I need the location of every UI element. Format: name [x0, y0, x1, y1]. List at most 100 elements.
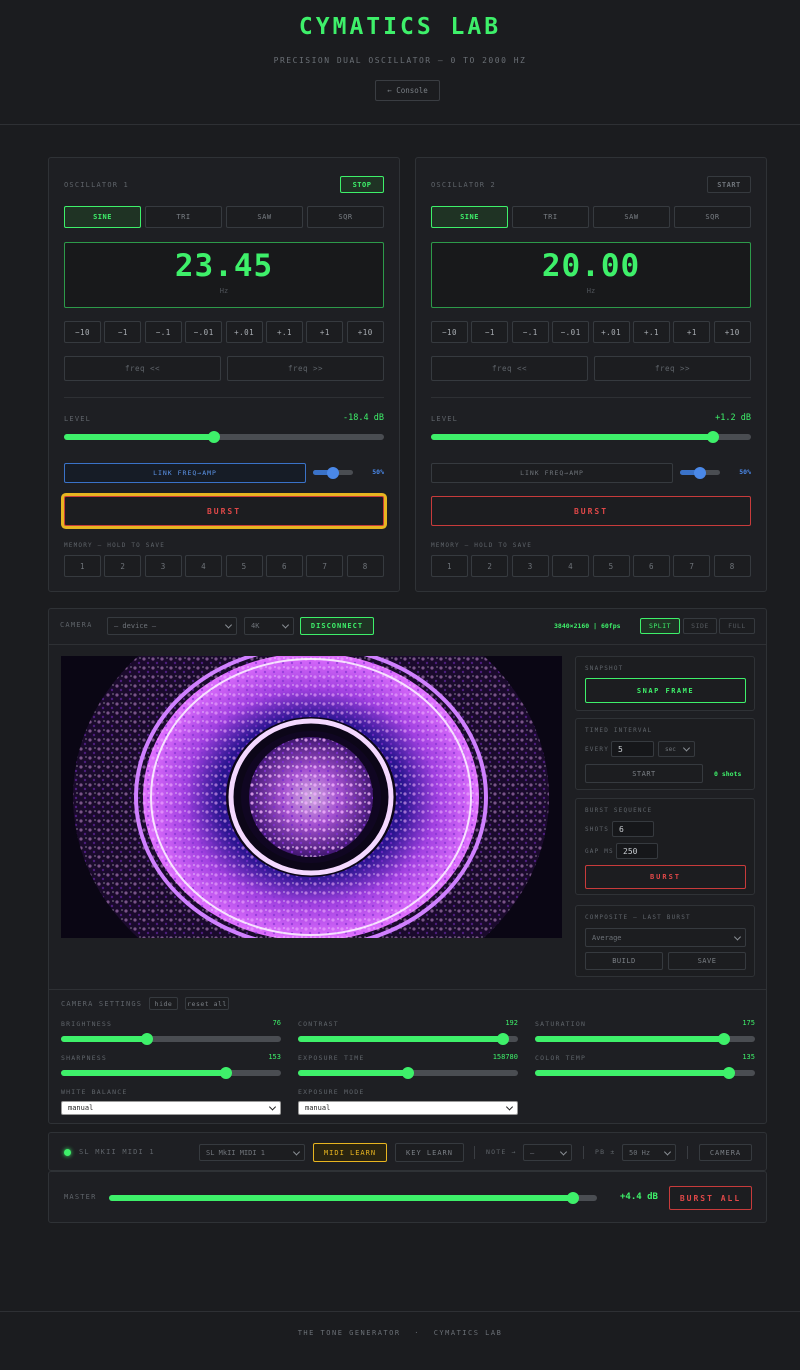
exposure-mode-select[interactable]: manual	[298, 1101, 518, 1115]
osc2-link-slider-thumb[interactable]	[694, 466, 706, 479]
osc2-step-button[interactable]: −10	[431, 321, 468, 343]
osc1-memory-slot[interactable]: 2	[104, 555, 142, 577]
osc2-freq-next-button[interactable]: freq >>	[594, 356, 751, 381]
osc2-waveform-saw-button[interactable]: SAW	[593, 206, 670, 228]
pitch-bend-select[interactable]: 50 Hz	[622, 1144, 676, 1161]
interval-unit-select[interactable]: sec	[658, 741, 695, 757]
osc1-waveform-sine-button[interactable]: SINE	[64, 206, 141, 228]
osc2-memory-slot[interactable]: 5	[592, 555, 630, 577]
osc2-memory-slot[interactable]: 6	[633, 555, 670, 577]
midi-device-select[interactable]: SL MkII MIDI 1	[199, 1144, 305, 1161]
note-select[interactable]: —	[523, 1144, 572, 1161]
osc1-memory-slot[interactable]: 8	[346, 555, 384, 577]
color-temp-slider-thumb[interactable]	[723, 1067, 735, 1079]
osc2-link-slider[interactable]	[680, 466, 720, 479]
osc2-freq-prev-button[interactable]: freq <<	[431, 356, 588, 381]
osc1-memory-slot[interactable]: 3	[144, 555, 182, 577]
osc1-step-button[interactable]: −10	[64, 321, 101, 343]
composite-mode-select[interactable]: Average	[585, 928, 746, 947]
osc1-link-slider[interactable]	[313, 466, 353, 479]
view-split-button[interactable]: SPLIT	[640, 618, 680, 634]
brightness-slider[interactable]	[61, 1033, 281, 1045]
timed-start-button[interactable]: START	[585, 764, 703, 783]
view-full-button[interactable]: FULL	[719, 618, 755, 634]
osc1-memory-slot[interactable]: 1	[64, 555, 101, 577]
brightness-slider-thumb[interactable]	[141, 1033, 153, 1045]
disconnect-button[interactable]: DISCONNECT	[300, 617, 374, 635]
osc1-waveform-tri-button[interactable]: TRI	[145, 206, 222, 228]
midi-camera-button[interactable]: CAMERA	[699, 1144, 752, 1161]
exposure-time-slider[interactable]	[298, 1067, 518, 1079]
osc2-step-button[interactable]: +.1	[633, 321, 670, 343]
osc1-burst-button[interactable]: BURST	[64, 496, 384, 526]
osc1-link-freq-amp-button[interactable]: LINK FREQ→AMP	[64, 463, 306, 483]
camera-device-select[interactable]: — device —	[107, 617, 237, 635]
osc2-level-slider-thumb[interactable]	[707, 431, 719, 443]
reset-all-button[interactable]: reset all	[185, 997, 229, 1010]
osc1-memory-slot[interactable]: 7	[306, 555, 344, 577]
osc2-step-button[interactable]: +.01	[592, 321, 630, 343]
osc2-start-button[interactable]: START	[707, 176, 751, 193]
osc1-step-button[interactable]: −.01	[185, 321, 223, 343]
osc2-memory-slot[interactable]: 2	[471, 555, 509, 577]
osc1-waveform-sqr-button[interactable]: SQR	[307, 206, 384, 228]
osc1-step-button[interactable]: +1	[306, 321, 344, 343]
osc2-waveform-sine-button[interactable]: SINE	[431, 206, 508, 228]
camera-feed[interactable]	[61, 656, 562, 938]
white-balance-select[interactable]: manual	[61, 1101, 281, 1115]
sharpness-slider-thumb[interactable]	[220, 1067, 232, 1079]
osc1-step-button[interactable]: −1	[104, 321, 142, 343]
osc1-step-button[interactable]: +.01	[225, 321, 263, 343]
color-temp-slider[interactable]	[535, 1067, 755, 1079]
saturation-slider[interactable]	[535, 1033, 755, 1045]
osc1-waveform-saw-button[interactable]: SAW	[226, 206, 303, 228]
sharpness-slider[interactable]	[61, 1067, 281, 1079]
osc2-memory-slot[interactable]: 1	[431, 555, 468, 577]
osc1-level-slider-thumb[interactable]	[208, 431, 220, 443]
hide-settings-button[interactable]: hide	[149, 997, 178, 1010]
osc1-step-button[interactable]: +.1	[266, 321, 303, 343]
osc1-freq-next-button[interactable]: freq >>	[227, 356, 384, 381]
console-button[interactable]: ← Console	[375, 80, 440, 101]
every-input[interactable]: 5	[611, 741, 654, 757]
gap-ms-input[interactable]: 250	[616, 843, 658, 859]
osc2-step-button[interactable]: +10	[713, 321, 751, 343]
osc2-step-button[interactable]: −.1	[511, 321, 549, 343]
osc1-stop-button[interactable]: STOP	[340, 176, 384, 193]
osc2-step-button[interactable]: −1	[471, 321, 509, 343]
osc2-step-button[interactable]: +1	[673, 321, 711, 343]
osc2-memory-slot[interactable]: 7	[673, 555, 711, 577]
resolution-select[interactable]: 4K	[244, 617, 294, 635]
contrast-slider[interactable]	[298, 1033, 518, 1045]
view-side-button[interactable]: SIDE	[683, 618, 717, 634]
osc2-link-freq-amp-button[interactable]: LINK FREQ→AMP	[431, 463, 673, 483]
osc2-waveform-tri-button[interactable]: TRI	[512, 206, 589, 228]
osc2-step-button[interactable]: −.01	[552, 321, 590, 343]
key-learn-button[interactable]: KEY LEARN	[395, 1143, 464, 1162]
osc1-memory-slot[interactable]: 6	[266, 555, 303, 577]
burst-all-button[interactable]: BURST ALL	[669, 1186, 752, 1210]
master-slider-thumb[interactable]	[567, 1192, 579, 1204]
osc1-freq-prev-button[interactable]: freq <<	[64, 356, 221, 381]
master-slider[interactable]	[109, 1192, 597, 1204]
snap-frame-button[interactable]: SNAP FRAME	[585, 678, 746, 703]
osc2-level-slider[interactable]	[431, 431, 751, 443]
osc1-link-slider-thumb[interactable]	[327, 466, 339, 479]
osc1-step-button[interactable]: +10	[346, 321, 384, 343]
osc2-memory-slot[interactable]: 3	[511, 555, 549, 577]
osc2-burst-button[interactable]: BURST	[431, 496, 751, 526]
osc1-memory-slot[interactable]: 4	[185, 555, 223, 577]
shots-input[interactable]: 6	[612, 821, 654, 837]
osc1-step-button[interactable]: −.1	[144, 321, 182, 343]
burst-sequence-button[interactable]: BURST	[585, 865, 746, 889]
osc2-memory-slot[interactable]: 8	[713, 555, 751, 577]
midi-learn-button[interactable]: MIDI LEARN	[313, 1143, 387, 1162]
contrast-slider-thumb[interactable]	[497, 1033, 509, 1045]
composite-build-button[interactable]: BUILD	[585, 952, 663, 970]
composite-save-button[interactable]: SAVE	[668, 952, 746, 970]
osc2-waveform-sqr-button[interactable]: SQR	[674, 206, 751, 228]
exposure-time-slider-thumb[interactable]	[402, 1067, 414, 1079]
saturation-slider-thumb[interactable]	[718, 1033, 730, 1045]
osc1-level-slider[interactable]	[64, 431, 384, 443]
osc2-memory-slot[interactable]: 4	[552, 555, 590, 577]
